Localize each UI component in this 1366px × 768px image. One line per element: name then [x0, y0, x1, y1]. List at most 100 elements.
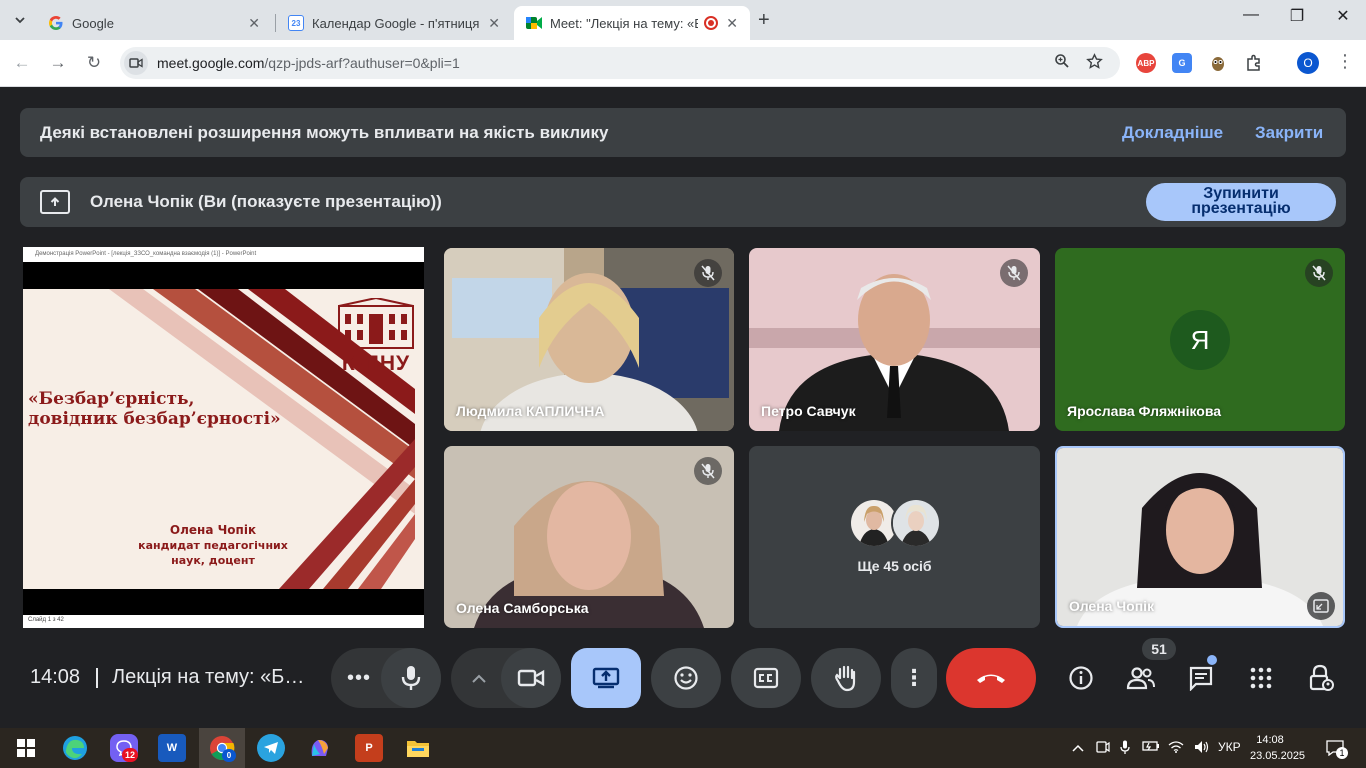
word-icon[interactable]: W: [158, 734, 186, 762]
self-view-tile[interactable]: Олена Чопік: [1055, 446, 1345, 628]
slide-author-degree: кандидат педагогічних: [138, 539, 288, 552]
activities-button[interactable]: [1241, 660, 1281, 696]
back-arrow-icon[interactable]: ←: [10, 51, 34, 75]
host-controls-button[interactable]: [1301, 660, 1341, 696]
slide-heading-line-2: довідник безбар’єрності»: [28, 409, 281, 429]
clock-divider: [96, 668, 98, 688]
extensions-puzzle-icon[interactable]: [1244, 53, 1264, 73]
notifications-count: 1: [1336, 747, 1348, 759]
participant-tile-kaplychna[interactable]: Людмила КАПЛИЧНА: [444, 248, 734, 431]
bookmark-star-icon[interactable]: [1086, 53, 1103, 74]
more-participants-tile[interactable]: Ще 45 осіб: [749, 446, 1040, 628]
zoom-icon[interactable]: [1054, 53, 1070, 73]
meet-site-camera-icon[interactable]: [124, 51, 148, 75]
video-options-button[interactable]: [451, 648, 507, 708]
slide-heading-line-1: «Безбар’єрність,: [28, 389, 195, 409]
muted-mic-icon: [1305, 259, 1333, 287]
people-button[interactable]: [1121, 660, 1161, 696]
microphone-button[interactable]: [381, 648, 441, 708]
info-icon: [1069, 666, 1093, 690]
more-options-button[interactable]: ⋮: [891, 648, 937, 708]
show-hidden-icons-chevron-icon[interactable]: [1072, 740, 1084, 755]
chat-button[interactable]: [1181, 660, 1221, 696]
stop-presenting-button[interactable]: Зупинити презентацію: [1146, 183, 1336, 221]
more-participants-avatars: [849, 498, 941, 548]
taskbar-date: 23.05.2025: [1250, 750, 1306, 762]
browser-menu-icon[interactable]: ⋮: [1336, 51, 1354, 72]
end-call-icon: [977, 674, 1005, 683]
present-screen-button[interactable]: [571, 648, 641, 708]
google-g-icon: [48, 15, 64, 31]
participant-tile-fliazhnikova[interactable]: Я Ярослава Фляжнікова: [1055, 248, 1345, 431]
raise-hand-button[interactable]: [811, 648, 881, 708]
apps-grid-icon: [1250, 667, 1272, 689]
more-participants-label: Ще 45 осіб: [857, 558, 932, 574]
recording-icon: [704, 16, 719, 30]
url-text: meet.google.com/qzp-jpds-arf?authuser=0&…: [157, 55, 460, 71]
forward-arrow-icon[interactable]: →: [46, 51, 70, 75]
windows-start-icon[interactable]: [12, 734, 40, 762]
notifications-icon[interactable]: 1: [1326, 740, 1348, 759]
reload-icon[interactable]: ↻: [82, 51, 106, 75]
reactions-button[interactable]: [651, 648, 721, 708]
browser-tab-bar: Google ✕ 23 Календар Google - п'ятниця, …: [0, 0, 1366, 40]
tab-search-chevron-icon[interactable]: [8, 8, 32, 32]
dismiss-banner-link[interactable]: Закрити: [1255, 123, 1323, 143]
wifi-icon[interactable]: [1168, 740, 1184, 756]
meeting-title: Лекція на тему: «Б…: [112, 666, 305, 688]
chat-unread-dot: [1207, 655, 1217, 665]
stop-presenting-label-2: презентацію: [1191, 200, 1291, 217]
camera-button[interactable]: [501, 648, 561, 708]
minimize-icon[interactable]: —: [1228, 6, 1274, 24]
people-icon: [1126, 667, 1155, 690]
microphone-icon: [401, 666, 421, 690]
restore-icon[interactable]: ❐: [1274, 6, 1320, 26]
slide-canvas: К-ПНУ «Безбар’єрність, довідник безбар’є…: [23, 289, 424, 589]
mic-in-use-icon[interactable]: [1120, 740, 1130, 758]
edge-browser-icon[interactable]: [61, 734, 89, 762]
keyboard-language[interactable]: УКР: [1218, 740, 1241, 754]
tab-title: Google: [72, 15, 114, 31]
picture-in-picture-icon[interactable]: [1307, 592, 1335, 620]
chrome-icon[interactable]: 0: [208, 734, 236, 762]
close-tab-icon[interactable]: ✕: [488, 15, 500, 32]
slide-counter: Слайд 1 з 42: [28, 617, 64, 623]
tab-google[interactable]: Google ✕: [36, 6, 272, 40]
present-screen-icon: [40, 190, 70, 214]
meeting-details-button[interactable]: [1061, 660, 1101, 696]
file-explorer-icon[interactable]: [404, 734, 432, 762]
captions-button[interactable]: [731, 648, 801, 708]
close-tab-icon[interactable]: ✕: [726, 15, 738, 32]
participant-tile-samborska[interactable]: Олена Самборська: [444, 446, 734, 628]
participant-tile-savchuk[interactable]: Петро Савчук: [749, 248, 1040, 431]
viber-icon[interactable]: 12: [110, 734, 138, 762]
tab-meet[interactable]: Meet: "Лекція на тему: «Бе ✕: [514, 6, 750, 40]
adblock-plus-icon[interactable]: ABP: [1136, 53, 1156, 73]
address-bar[interactable]: meet.google.com/qzp-jpds-arf?authuser=0&…: [120, 47, 1120, 79]
tab-calendar[interactable]: 23 Календар Google - п'ятниця, 2 ✕: [276, 6, 512, 40]
taskbar-clock[interactable]: 14:08 23.05.2025: [1250, 732, 1306, 764]
audio-options-button[interactable]: •••: [331, 648, 387, 708]
viber-badge: 12: [122, 748, 138, 762]
new-tab-icon[interactable]: +: [758, 9, 770, 32]
meet-icon: [526, 15, 542, 31]
powerpoint-icon[interactable]: P: [355, 734, 383, 762]
slide-heading: «Безбар’єрність, довідник безбар’єрності…: [28, 389, 281, 429]
close-window-icon[interactable]: ✕: [1320, 6, 1366, 26]
presentation-tile[interactable]: Демонстрація PowerPoint - [лекція_ЗЗСО_к…: [23, 247, 424, 628]
copilot-icon[interactable]: [306, 734, 334, 762]
leave-call-button[interactable]: [946, 648, 1036, 708]
university-logo: К-ПНУ: [335, 296, 417, 382]
more-horizontal-icon: •••: [346, 666, 371, 689]
meet-tray-icon[interactable]: [1096, 740, 1110, 757]
close-tab-icon[interactable]: ✕: [248, 15, 260, 32]
learn-more-link[interactable]: Докладніше: [1122, 123, 1223, 143]
telegram-icon[interactable]: [257, 734, 285, 762]
profile-avatar[interactable]: O: [1297, 52, 1319, 74]
participant-name: Олена Чопік: [1069, 598, 1155, 614]
owl-extension-icon[interactable]: [1208, 53, 1228, 73]
muted-mic-icon: [1000, 259, 1028, 287]
translate-icon[interactable]: G: [1172, 53, 1192, 73]
battery-icon[interactable]: [1142, 740, 1160, 755]
volume-icon[interactable]: [1194, 740, 1210, 757]
